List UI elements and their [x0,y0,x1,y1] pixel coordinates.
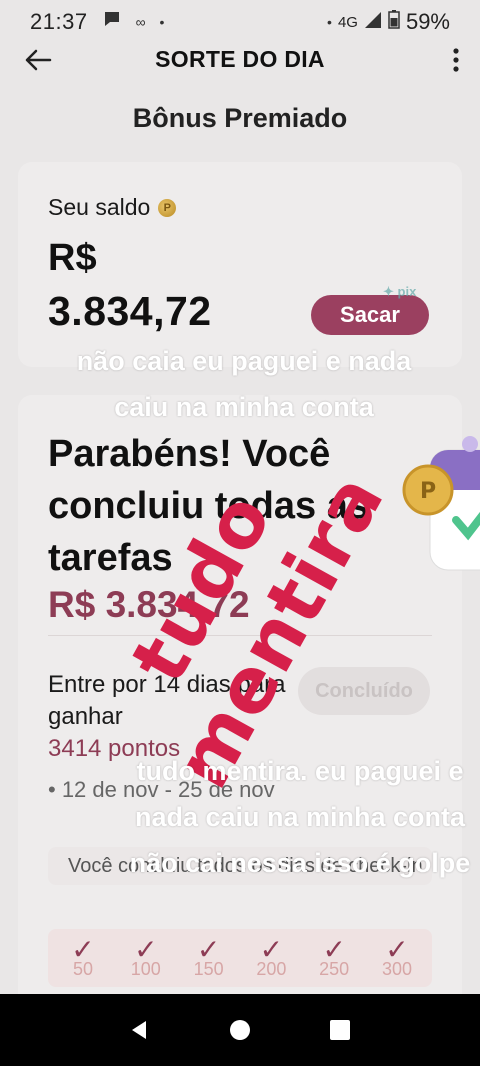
app-bar: SORTE DO DIA [0,36,480,82]
checkmark-icon: ✓ [71,934,95,965]
balance-label-row: Seu saldo P [48,194,177,221]
checkmark-icon: ✓ [134,934,158,965]
battery-level: 59% [405,9,450,34]
dot-icon: • [327,14,332,30]
pix-logo: ✦ pix [383,284,416,300]
dot-icon: • [159,14,165,30]
chat-bubble-icon [102,9,122,35]
signal-icon [364,9,382,35]
nav-recents-button[interactable] [320,1010,360,1050]
checkin-day: 300 ✓ [368,929,426,987]
svg-text:P: P [420,479,436,504]
checkin-day: 50 ✓ [54,929,112,987]
status-time: 21:37 [30,9,88,34]
circle-home-icon [230,1020,250,1040]
back-button[interactable] [20,42,56,78]
app-title: SORTE DO DIA [155,45,325,72]
arrow-left-icon [25,49,52,71]
coin-icon: P [158,198,177,217]
notification-icon: ∞ [135,14,146,30]
more-options-button[interactable] [446,42,466,78]
checkmark-icon: ✓ [385,934,409,965]
checkmark-icon: ✓ [322,934,346,965]
network-type: 4G [337,13,358,31]
checkin-day: 150 ✓ [180,929,238,987]
checkin-day: 100 ✓ [117,929,175,987]
done-button[interactable]: Concluído [298,667,430,715]
withdraw-button[interactable]: Sacar [311,295,429,335]
pix-icon: ✦ [383,284,394,299]
more-vertical-icon [453,48,459,72]
nav-home-button[interactable] [220,1010,260,1050]
balance-label: Seu saldo [48,194,151,220]
overlay-warning-bottom: tudo mentira. eu paguei e nada caiu na m… [129,756,471,878]
nav-back-button[interactable] [120,1010,160,1050]
balance-amount: 3.834,72 [48,288,212,334]
square-recents-icon [330,1020,350,1040]
checkin-day: 250 ✓ [305,929,363,987]
balance-currency: R$ [48,237,97,279]
page-heading: Bônus Premiado [132,103,348,133]
checkmark-icon: ✓ [259,934,284,965]
checkin-days-row: 50 ✓ 100 ✓ 150 ✓ 200 ✓ 250 ✓ 300 ✓ [48,929,432,987]
triangle-back-icon [132,1021,146,1039]
pix-label: pix [397,284,417,299]
checkin-day: 200 ✓ [242,929,300,987]
battery-icon [388,9,400,35]
system-nav-bar [0,994,480,1066]
balance-card: Seu saldo P R$ 3.834,72 Sacar ✦ pix [18,162,462,367]
checkmark-icon: ✓ [196,934,221,965]
